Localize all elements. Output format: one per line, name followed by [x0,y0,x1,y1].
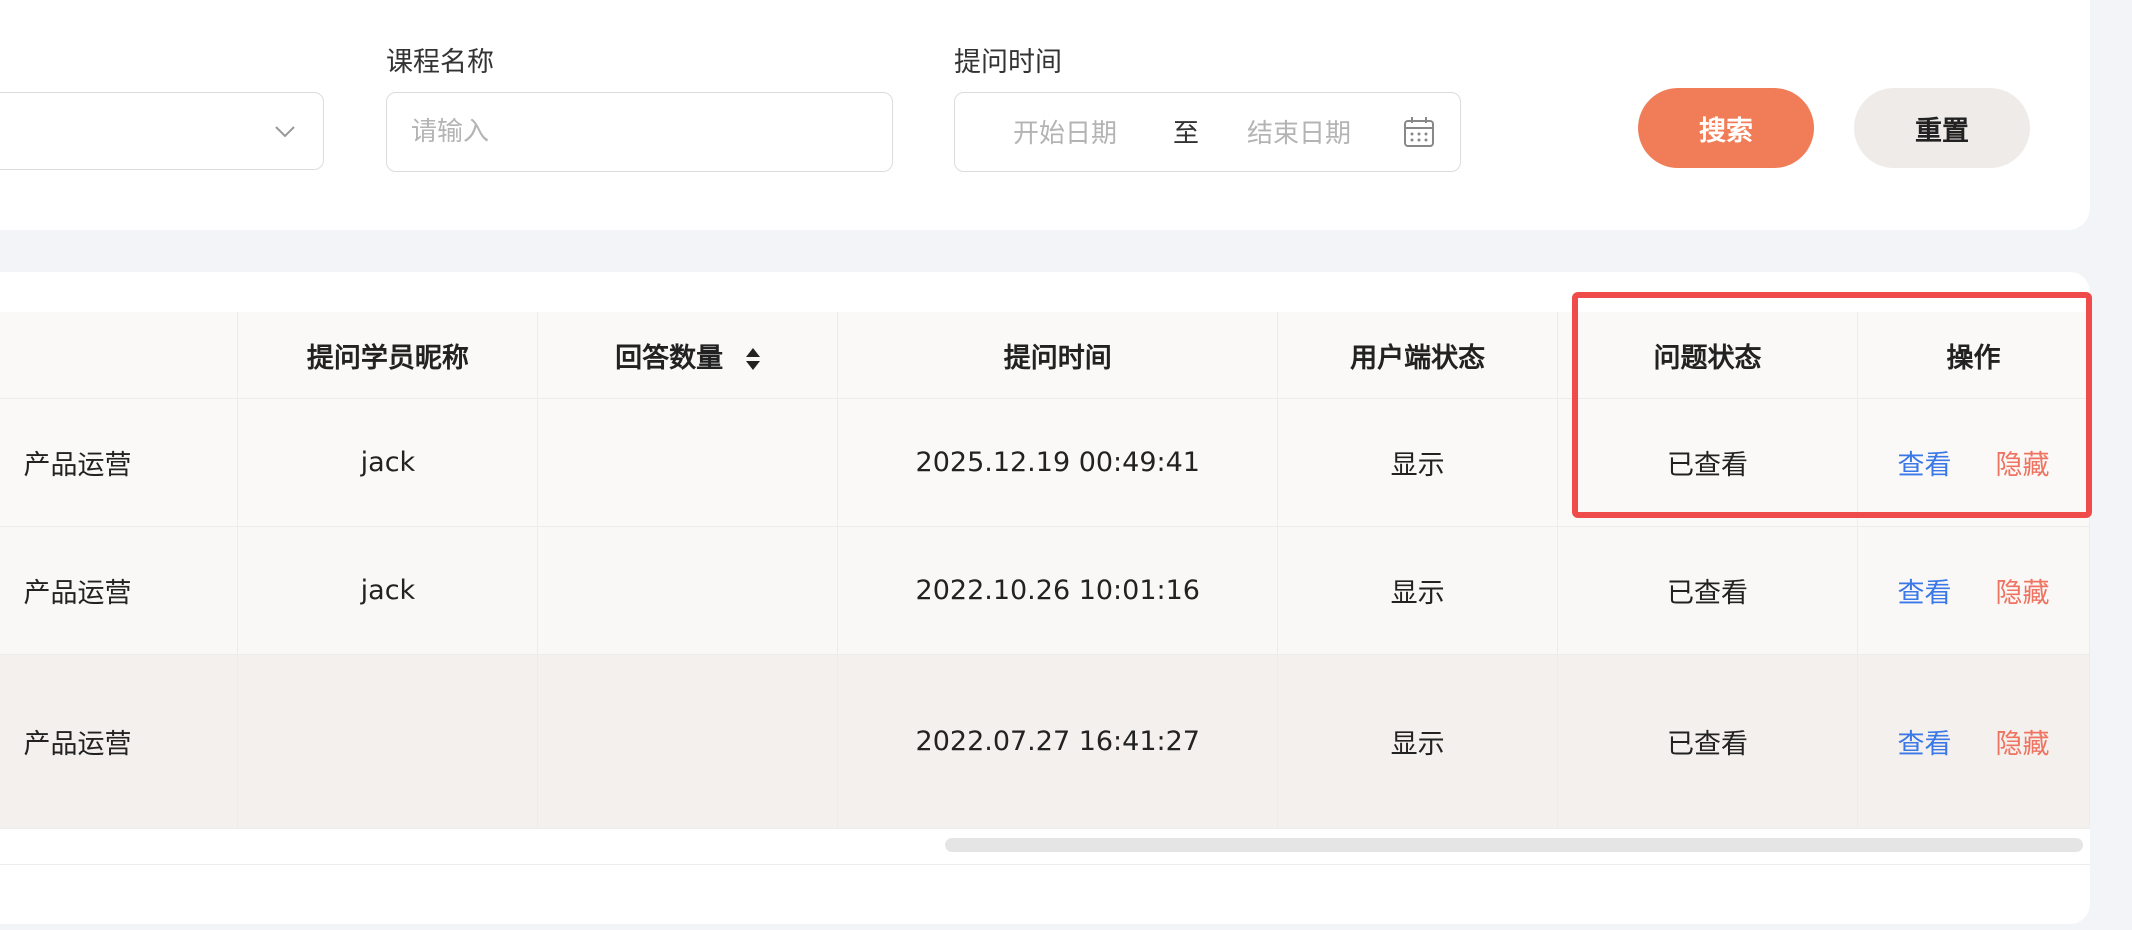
header-course [0,312,239,399]
cell-ask-time: 2025.12.19 00:49:41 [837,398,1279,527]
cell-answer-count [537,526,839,655]
cell-answer-count [537,398,839,527]
cell-client-status: 显示 [1277,654,1559,829]
cell-answer-count [537,654,839,829]
header-client-status: 用户端状态 [1277,312,1559,399]
sort-icon[interactable] [745,346,761,372]
cell-client-status: 显示 [1277,398,1559,527]
calendar-icon [1404,117,1434,147]
cell-ask-time: 2022.10.26 10:01:16 [837,526,1279,655]
header-question-status: 问题状态 [1557,312,1858,399]
cell-nickname: jack [237,398,539,527]
header-nickname: 提问学员昵称 [237,312,539,399]
header-ask-time: 提问时间 [837,312,1279,399]
cell-course: 产品运营 [0,398,239,527]
results-table-panel: 提问学员昵称 回答数量 提问时间 用户端状态 问题状态 操作 产品运营 jack [0,272,2090,924]
course-name-input[interactable] [386,92,893,172]
cell-actions: 查看 隐藏 [1857,526,2090,655]
cell-ask-time: 2022.07.27 16:41:27 [837,654,1279,829]
view-link[interactable]: 查看 [1898,450,1952,481]
cell-nickname [237,654,539,829]
end-date-input[interactable]: 结束日期 [1247,113,1351,150]
header-actions: 操作 [1857,312,2090,399]
search-button[interactable]: 搜索 [1638,88,1814,168]
view-link[interactable]: 查看 [1898,729,1952,760]
table-header-row: 提问学员昵称 回答数量 提问时间 用户端状态 问题状态 操作 [0,312,2090,399]
cell-course: 产品运营 [0,526,239,655]
table-row: 产品运营 2022.07.27 16:41:27 显示 已查看 查看 隐藏 [0,654,2090,829]
table-row: 产品运营 jack 2025.12.19 00:49:41 显示 已查看 查看 隐… [0,398,2090,527]
table-row: 产品运营 jack 2022.10.26 10:01:16 显示 已查看 查看 隐… [0,526,2090,655]
header-answer-count[interactable]: 回答数量 [537,312,839,399]
category-select[interactable] [0,92,324,170]
date-range-picker[interactable]: 开始日期 至 结束日期 [954,92,1461,172]
cell-nickname: jack [237,526,539,655]
header-answer-count-label: 回答数量 [615,342,724,374]
start-date-input[interactable]: 开始日期 [1013,113,1117,150]
reset-button[interactable]: 重置 [1854,88,2030,168]
divider [0,864,2090,865]
ask-time-label: 提问时间 [954,47,1062,78]
cell-question-status: 已查看 [1557,654,1858,829]
hide-link[interactable]: 隐藏 [1996,729,2050,760]
course-name-label: 课程名称 [386,47,494,78]
cell-course: 产品运营 [0,654,239,829]
chevron-down-icon [275,126,295,138]
cell-question-status: 已查看 [1557,398,1858,527]
cell-actions: 查看 隐藏 [1857,654,2090,829]
view-link[interactable]: 查看 [1898,578,1952,609]
questions-table: 提问学员昵称 回答数量 提问时间 用户端状态 问题状态 操作 产品运营 jack [0,312,2090,829]
horizontal-scrollbar[interactable] [945,838,2083,852]
cell-client-status: 显示 [1277,526,1559,655]
cell-actions: 查看 隐藏 [1857,398,2090,527]
hide-link[interactable]: 隐藏 [1996,450,2050,481]
cell-question-status: 已查看 [1557,526,1858,655]
range-separator: 至 [1173,119,1200,149]
hide-link[interactable]: 隐藏 [1996,578,2050,609]
